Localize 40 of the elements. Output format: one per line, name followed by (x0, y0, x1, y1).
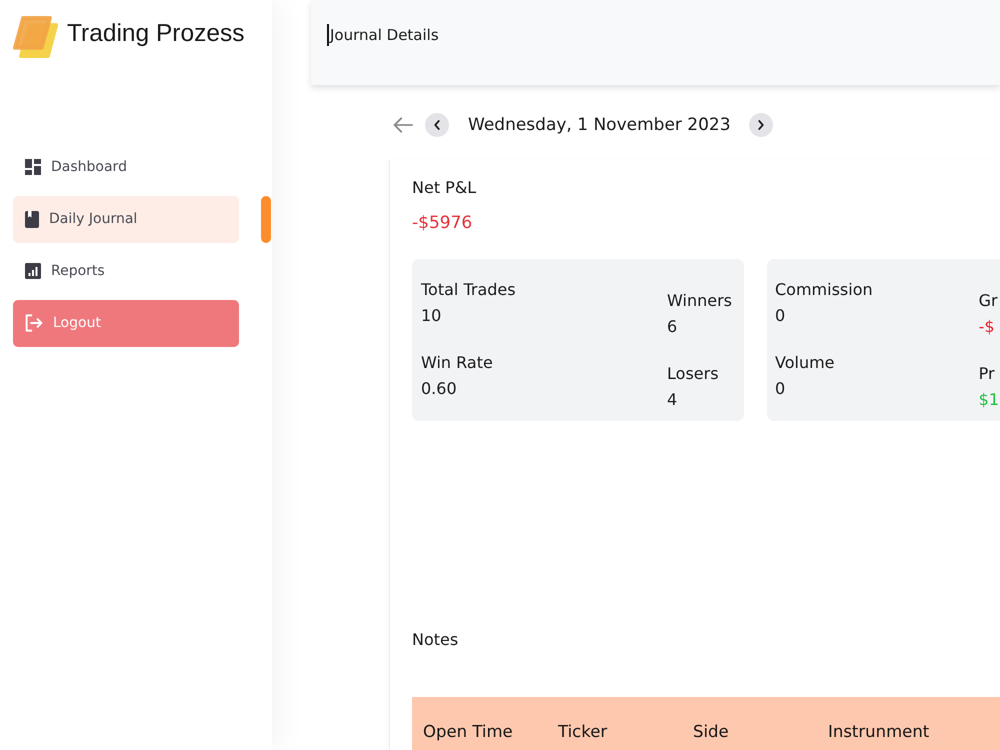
chevron-left-icon (434, 120, 440, 130)
stat-value: 0.60 (421, 378, 458, 400)
logout-icon (25, 314, 43, 332)
logo-text: Trading Prozess (67, 19, 244, 49)
stat-value: -$ (978, 316, 996, 338)
date-label: Wednesday, 1 November 2023 (468, 114, 731, 137)
stat-value: 6 (667, 316, 678, 338)
stat-value: 0 (775, 378, 786, 400)
stat-label: Pr (978, 363, 996, 385)
column-header: Instrunment (827, 721, 930, 743)
stat-label: Total Trades (421, 279, 516, 301)
stat-label: Winners (667, 290, 732, 312)
stat-label: Win Rate (421, 352, 494, 374)
next-day-button[interactable] (748, 113, 773, 137)
dashboard-icon (25, 159, 41, 175)
sidebar-nav-item[interactable]: Daily Journal (13, 196, 239, 242)
chevron-right-icon (758, 120, 764, 130)
stat-label: Gr (978, 290, 999, 312)
column-header: Ticker (557, 721, 608, 743)
sidebar-nav-item[interactable]: Reports (13, 248, 239, 294)
stat-value: 10 (421, 305, 442, 327)
logo-icon (12, 16, 59, 58)
stat-value: 4 (667, 389, 678, 411)
text-cursor-icon (327, 24, 329, 46)
sidebar-nav-item[interactable]: Dashboard (13, 144, 239, 190)
page-title: Journal Details (330, 25, 439, 46)
net-pnl-value: -$5976 (412, 212, 474, 235)
chart-icon (25, 263, 41, 279)
column-header: Open Time (422, 721, 514, 743)
stat-label: Volume (775, 352, 836, 374)
notes-label: Notes (412, 629, 460, 651)
stat-label: Commission (775, 279, 873, 301)
back-arrow-icon[interactable] (393, 117, 413, 133)
column-header: Side (692, 721, 730, 743)
stat-value: 0 (775, 305, 786, 327)
stat-label: Losers (667, 363, 720, 385)
previous-day-button[interactable] (425, 113, 449, 137)
stat-value: $1 (978, 389, 999, 411)
net-pnl-label: Net P&L (412, 177, 478, 199)
book-icon (25, 210, 39, 228)
